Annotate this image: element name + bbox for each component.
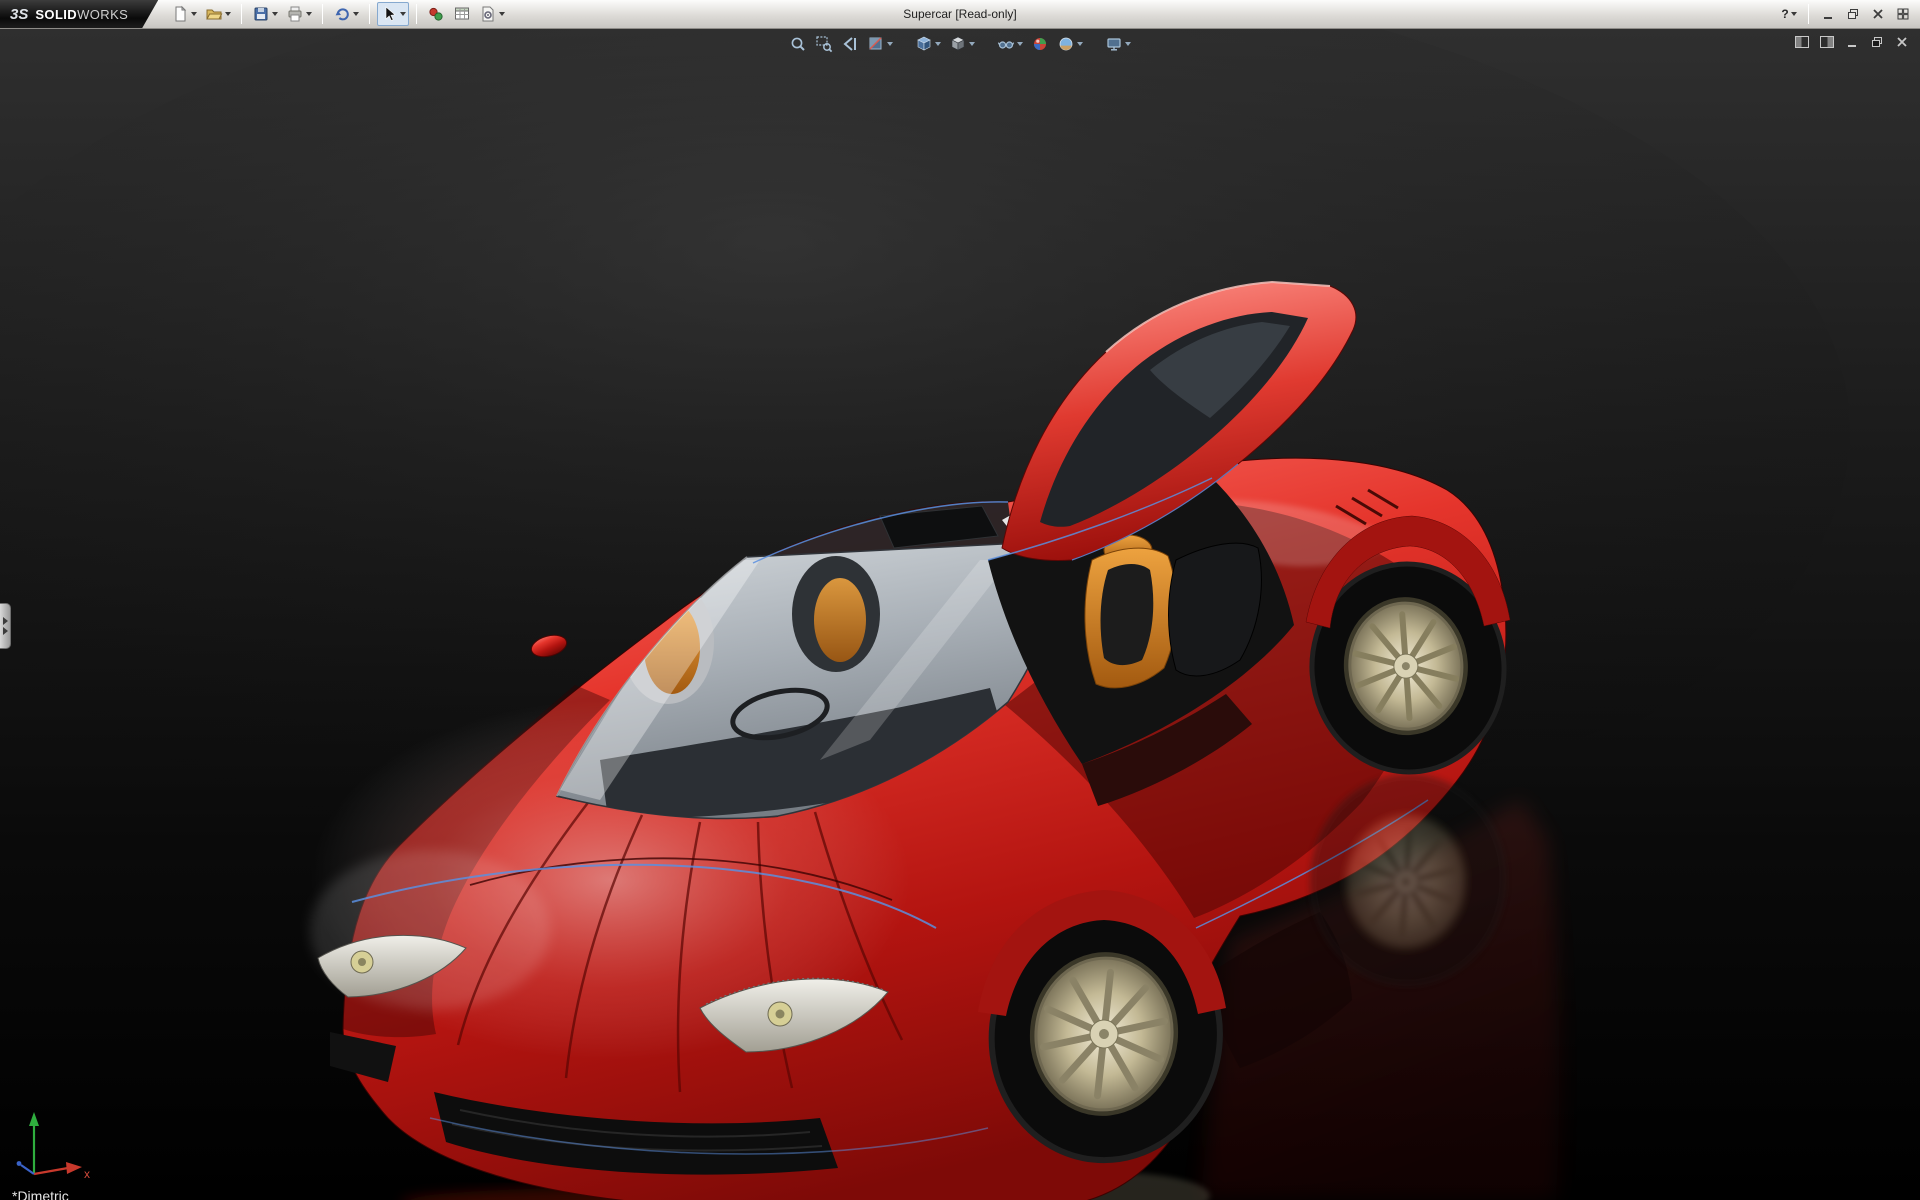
dropdown-caret	[1790, 12, 1797, 16]
restore-button[interactable]	[1842, 4, 1864, 24]
hide-show-items-button[interactable]	[994, 33, 1026, 55]
view-settings-icon	[1107, 38, 1121, 51]
dropdown-caret	[1125, 42, 1131, 46]
dropdown-caret	[887, 42, 893, 46]
new-document-icon	[175, 5, 187, 22]
save-button[interactable]	[249, 2, 281, 26]
view-orientation-label: *Dimetric	[12, 1188, 69, 1200]
minimize-button[interactable]	[1817, 4, 1839, 24]
options-button[interactable]	[476, 2, 508, 26]
dropdown-caret	[935, 42, 941, 46]
minimize-document-icon	[1848, 45, 1856, 47]
z-axis	[20, 1164, 35, 1175]
display-style-icon	[951, 36, 965, 51]
dropdown-caret	[1077, 42, 1083, 46]
edit-appearance-ball-icon	[1034, 38, 1046, 50]
3ds-logo-icon: 3S	[10, 5, 29, 23]
document-title: Supercar [Read-only]	[903, 7, 1017, 21]
undo-icon	[335, 8, 350, 21]
print-button[interactable]	[283, 2, 315, 26]
close-button[interactable]	[1867, 4, 1889, 24]
select-arrow-icon	[385, 6, 396, 22]
save-icon	[254, 7, 268, 21]
new-document-button[interactable]	[168, 2, 200, 26]
tile-windows-icon	[1897, 8, 1909, 20]
restore-document-button[interactable]	[1867, 33, 1887, 51]
dropdown-caret	[499, 12, 506, 16]
x-axis-label: x	[84, 1167, 90, 1181]
y-axis-arrow	[29, 1112, 39, 1126]
toolbar-separator	[322, 4, 324, 24]
toolbar-separator	[241, 4, 243, 24]
expand-chevron-icon	[2, 627, 8, 635]
toolbar-separator	[369, 4, 371, 24]
document-window-controls	[1792, 33, 1912, 51]
view-orientation-button[interactable]	[912, 33, 944, 55]
close-document-button[interactable]	[1892, 33, 1912, 51]
heads-up-view-toolbar	[786, 33, 1134, 55]
bucket-seat-orange[interactable]	[1084, 534, 1178, 689]
design-table-button[interactable]	[450, 2, 474, 26]
dropdown-caret	[225, 12, 232, 16]
table-icon	[455, 7, 470, 20]
section-view-icon	[869, 37, 882, 50]
apply-scene-button[interactable]	[1054, 33, 1086, 55]
toolbar-separator	[416, 4, 418, 24]
dropdown-caret	[400, 12, 407, 16]
x-axis-arrow	[66, 1162, 82, 1174]
zoom-to-fit-button[interactable]	[786, 33, 810, 55]
close-document-icon	[1897, 37, 1907, 47]
undo-button[interactable]	[330, 2, 362, 26]
brand-name: SOLIDWORKS	[35, 6, 129, 22]
dropdown-caret	[1017, 42, 1023, 46]
zoom-to-fit-icon	[791, 37, 805, 51]
tile-windows-button[interactable]	[1892, 4, 1914, 24]
options-sheet-icon	[482, 6, 494, 22]
help-button[interactable]: ?	[1778, 4, 1800, 24]
appearance-colors-icon	[429, 7, 443, 21]
zoom-to-area-button[interactable]	[812, 33, 836, 55]
passenger-seat	[814, 578, 866, 662]
viewport-canvas[interactable]	[0, 29, 1920, 1200]
restore-icon	[1848, 9, 1858, 19]
view-orientation-cube-icon	[917, 36, 931, 51]
solidworks-logo: 3S SOLIDWORKS	[0, 0, 158, 28]
open-folder-icon	[206, 9, 223, 20]
display-style-button[interactable]	[946, 33, 978, 55]
expand-chevron-icon	[2, 617, 8, 625]
dropdown-caret	[969, 42, 975, 46]
reference-triad: x	[16, 1112, 90, 1181]
dropdown-caret	[191, 12, 198, 16]
edit-appearance-button[interactable]	[424, 2, 448, 26]
previous-view-icon	[843, 37, 856, 51]
print-icon	[288, 6, 302, 22]
minimize-icon	[1824, 17, 1832, 19]
dropdown-caret	[272, 12, 279, 16]
dropdown-caret	[353, 12, 360, 16]
section-view-button[interactable]	[864, 33, 896, 55]
split-pane-left-icon	[1795, 36, 1809, 48]
select-tool-button[interactable]	[377, 2, 410, 26]
open-button[interactable]	[202, 2, 234, 26]
window-controls: ?	[1778, 4, 1920, 24]
main-toolbar	[168, 2, 508, 26]
previous-view-button[interactable]	[838, 33, 862, 55]
hide-show-glasses-icon	[997, 41, 1015, 49]
close-icon	[1873, 9, 1883, 19]
apply-scene-icon	[1059, 37, 1073, 51]
split-pane-right-icon	[1820, 36, 1834, 48]
toolbar-separator	[1808, 4, 1809, 24]
split-pane-right-button[interactable]	[1817, 33, 1837, 51]
title-bar: 3S SOLIDWORKS Supercar [Read-only] ?	[0, 0, 1920, 29]
split-pane-left-button[interactable]	[1792, 33, 1812, 51]
minimize-document-button[interactable]	[1842, 33, 1862, 51]
help-icon: ?	[1781, 7, 1789, 21]
edit-appearance-scene-button[interactable]	[1028, 33, 1052, 55]
graphics-viewport[interactable]: x *Dimetric	[0, 29, 1920, 1200]
dropdown-caret	[306, 12, 313, 16]
view-settings-button[interactable]	[1102, 33, 1134, 55]
zoom-to-area-icon	[816, 36, 833, 53]
collapsed-panel-tab[interactable]	[0, 603, 11, 649]
restore-document-icon	[1872, 37, 1882, 47]
